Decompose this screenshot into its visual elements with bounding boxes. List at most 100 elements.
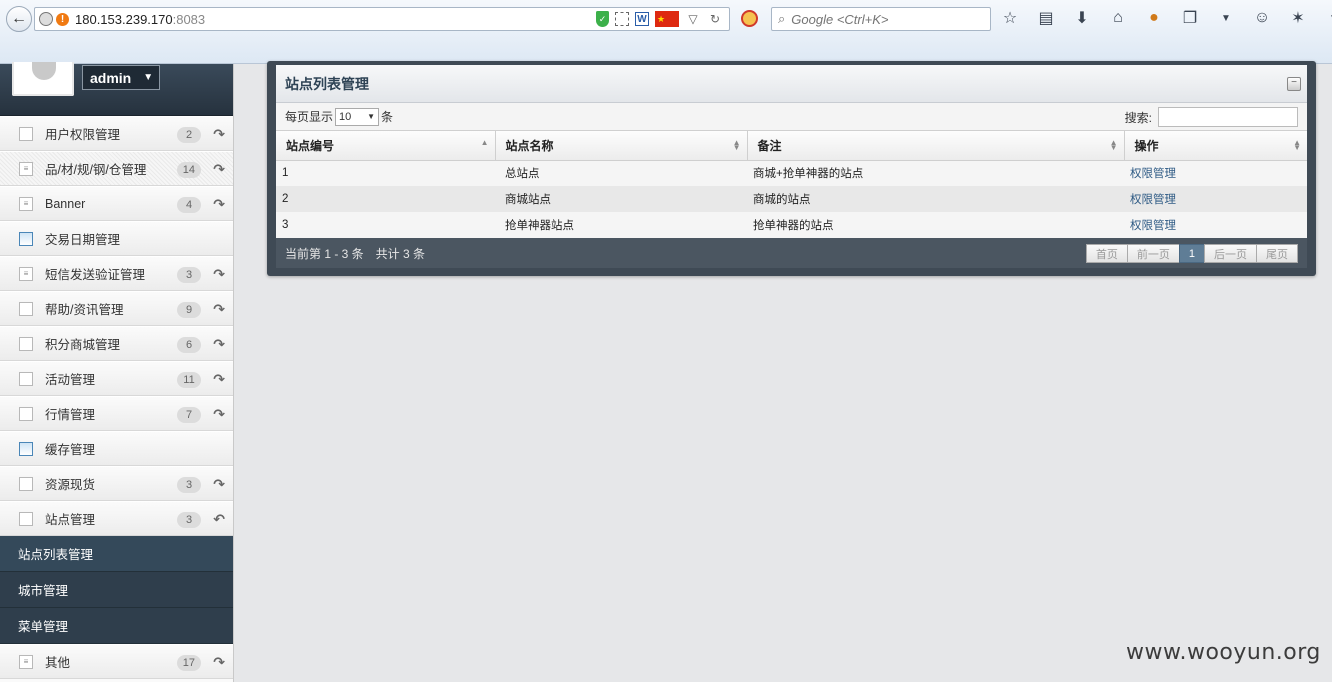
column-header-note[interactable]: 备注 ▲ ▼	[747, 131, 1125, 161]
username: admin	[90, 69, 132, 86]
extension-icon[interactable]: ●	[1144, 8, 1164, 28]
per-page-unit: 条	[381, 110, 394, 124]
sort-icon: ▲ ▼	[1109, 138, 1118, 152]
avatar	[12, 62, 74, 96]
count-badge: 17	[176, 655, 201, 671]
permission-link[interactable]: 权限管理	[1130, 220, 1176, 232]
prev-page-button[interactable]: 前一页	[1126, 244, 1180, 263]
watermark: www.wooyun.org	[1126, 640, 1321, 665]
overflow-menu-icon[interactable]: ▼	[1324, 8, 1332, 28]
per-page-select[interactable]: 10 ▼	[335, 107, 380, 126]
sidebar-item-other[interactable]: ≡ 其他 17 ↷	[0, 644, 233, 679]
sidebar-item-market[interactable]: 行情管理 7 ↷	[0, 396, 233, 431]
warning-icon: !	[56, 12, 69, 26]
reload-icon[interactable]: ↻	[707, 11, 723, 27]
bookmark-star-icon[interactable]: ☆	[1000, 8, 1020, 28]
search-label: 搜索:	[1124, 110, 1152, 125]
permission-link[interactable]: 权限管理	[1130, 168, 1176, 180]
count-badge: 4	[177, 197, 201, 213]
count-badge: 7	[177, 407, 201, 423]
address-bar[interactable]: ! 180.153.239.170:8083 ✓ W ★ ▽ ↻	[34, 7, 730, 31]
bug-icon[interactable]: ✶	[1288, 8, 1308, 28]
expand-arrow-icon[interactable]: ↷	[213, 126, 225, 143]
list-icon: ≡	[19, 266, 33, 281]
expand-arrow-icon[interactable]: ↷	[213, 371, 225, 388]
back-button[interactable]: ←	[6, 6, 32, 32]
download-icon[interactable]: ⬇	[1072, 8, 1092, 28]
search-bar[interactable]: ⌕	[771, 7, 991, 31]
dropdown-arrow-icon[interactable]: ▽	[685, 11, 701, 27]
list-icon: ≡	[19, 654, 33, 669]
collapse-icon[interactable]: −	[1287, 77, 1301, 91]
expand-arrow-icon[interactable]: ↷	[213, 196, 225, 213]
sidebar-item-site[interactable]: 站点管理 3 ↶	[0, 501, 233, 536]
current-page-button[interactable]: 1	[1178, 244, 1205, 263]
search-input[interactable]	[791, 11, 972, 27]
sort-asc-icon: ▲	[480, 138, 489, 147]
caret-down-icon: ▼	[143, 72, 154, 83]
table-row: 1 总站点 商城+抢单神器的站点 权限管理	[276, 160, 1307, 186]
site-list-panel: 站点列表管理 − 每页显示 10 ▼ 条 搜索: 站点编号 ▲ 站点名称 ▲ ▼ 备注…	[267, 61, 1316, 276]
expand-arrow-icon[interactable]: ↷	[213, 654, 225, 671]
expand-arrow-icon[interactable]: ↷	[213, 336, 225, 353]
doc-icon	[19, 336, 33, 351]
window-icon	[19, 441, 33, 456]
expand-arrow-icon[interactable]: ↷	[213, 406, 225, 423]
count-badge: 3	[177, 267, 201, 283]
doc-icon	[19, 126, 33, 141]
count-badge: 14	[176, 162, 201, 178]
list-icon: ≡	[19, 161, 33, 176]
adblock-icon[interactable]	[741, 10, 758, 27]
first-page-button[interactable]: 首页	[1085, 244, 1128, 263]
site-table: 站点编号 ▲ 站点名称 ▲ ▼ 备注 ▲ ▼ 操作 ▲ ▼ 1 总站点 商城+抢单神器的站点 …	[276, 131, 1307, 238]
collapse-arrow-icon[interactable]: ↶	[213, 511, 225, 528]
home-icon[interactable]: ⌂	[1108, 8, 1128, 28]
qrcode-icon[interactable]	[615, 12, 629, 26]
expand-arrow-icon[interactable]: ↷	[213, 476, 225, 493]
sidebar-subitem-menu[interactable]: 菜单管理	[0, 608, 233, 644]
sidebar-item-activity[interactable]: 活动管理 11 ↷	[0, 361, 233, 396]
sidebar-item-sms-verify[interactable]: ≡ 短信发送验证管理 3 ↷	[0, 256, 233, 291]
pagination: 首页 前一页 1 后一页 尾页	[1085, 244, 1298, 263]
page-title: 站点列表管理	[285, 75, 369, 92]
count-badge: 2	[177, 127, 201, 143]
sidebar-item-user-permission[interactable]: 用户权限管理 2 ↷	[0, 116, 233, 151]
sidebar-subitem-site-list[interactable]: 站点列表管理	[0, 536, 233, 572]
user-menu-button[interactable]: admin ▼	[82, 65, 160, 90]
doc-icon	[19, 511, 33, 526]
url-host: 180.153.239.170	[75, 11, 173, 27]
next-page-button[interactable]: 后一页	[1204, 244, 1257, 263]
sidebar-item-product-material[interactable]: ≡ 品/材/规/钢/仓管理 14 ↷	[0, 151, 233, 186]
count-badge: 3	[177, 512, 201, 528]
china-flag-icon[interactable]: ★	[655, 11, 679, 27]
sidebar-item-points-mall[interactable]: 积分商城管理 6 ↷	[0, 326, 233, 361]
sidebar-subitem-city[interactable]: 城市管理	[0, 572, 233, 608]
sidebar-item-cache[interactable]: 缓存管理	[0, 431, 233, 466]
back-arrow-icon: ←	[11, 10, 27, 27]
column-header-id[interactable]: 站点编号 ▲	[276, 131, 496, 161]
sidebar-item-resource-stock[interactable]: 资源现货 3 ↷	[0, 466, 233, 501]
column-header-name[interactable]: 站点名称 ▲ ▼	[495, 131, 748, 161]
table-search-input[interactable]	[1158, 107, 1298, 127]
menu-dropdown-icon[interactable]: ▼	[1216, 8, 1236, 28]
expand-arrow-icon[interactable]: ↷	[213, 161, 225, 178]
last-page-button[interactable]: 尾页	[1256, 244, 1298, 263]
chat-icon[interactable]: ☺	[1252, 8, 1272, 28]
copy-icon[interactable]: ❐	[1180, 8, 1200, 28]
sidebar-item-trade-date[interactable]: 交易日期管理	[0, 221, 233, 256]
word-icon[interactable]: W	[635, 12, 649, 26]
user-panel: admin ▼	[0, 62, 233, 116]
expand-arrow-icon[interactable]: ↷	[213, 301, 225, 318]
permission-link[interactable]: 权限管理	[1130, 194, 1176, 206]
column-header-action[interactable]: 操作 ▲ ▼	[1124, 131, 1307, 161]
table-controls: 每页显示 10 ▼ 条 搜索:	[276, 103, 1307, 131]
sidebar-item-help-news[interactable]: 帮助/资讯管理 9 ↷	[0, 291, 233, 326]
chevron-down-icon: ▼	[367, 112, 376, 121]
reading-list-icon[interactable]: ▤	[1036, 8, 1056, 28]
shield-icon[interactable]: ✓	[596, 11, 609, 27]
doc-icon	[19, 476, 33, 491]
count-badge: 9	[177, 302, 201, 318]
doc-icon	[19, 406, 33, 421]
expand-arrow-icon[interactable]: ↷	[213, 266, 225, 283]
sidebar-item-banner[interactable]: ≡ Banner 4 ↷	[0, 186, 233, 221]
